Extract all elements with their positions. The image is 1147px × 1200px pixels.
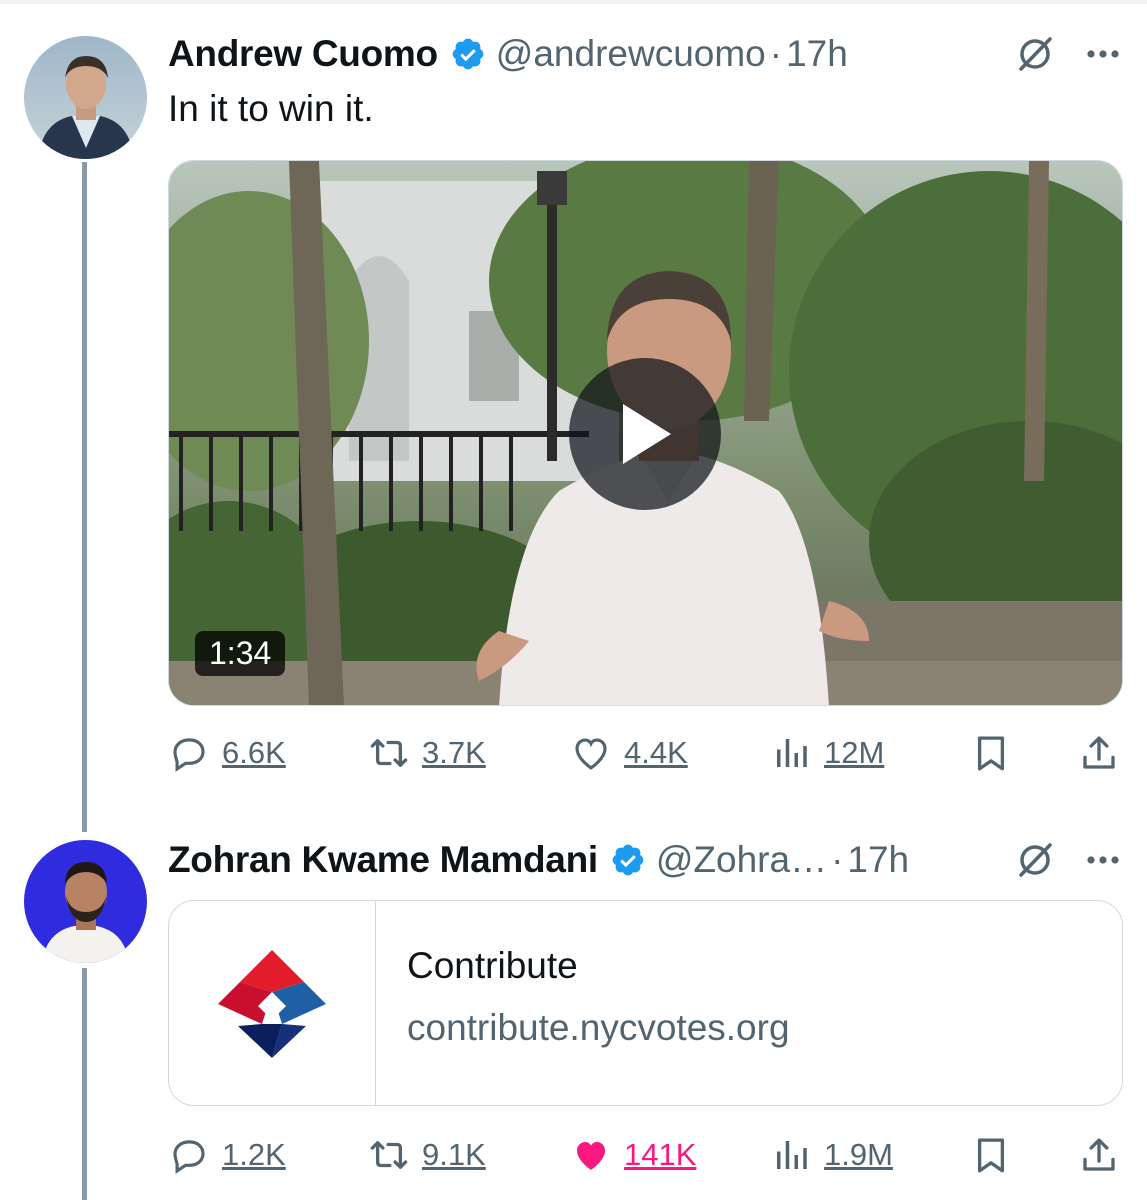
like-icon: [577, 1142, 605, 1170]
bookmark-icon: [977, 736, 1005, 771]
bookmark-button[interactable]: [970, 728, 1012, 778]
tweet-zohran-mamdani[interactable]: Zohran Kwame Mamdani @Zohra… · 17h Contr…: [0, 820, 1147, 1200]
bookmark-icon: [977, 1138, 1005, 1173]
play-button[interactable]: [569, 358, 721, 510]
grok-icon[interactable]: [1015, 34, 1055, 74]
link-card[interactable]: Contribute contribute.nycvotes.org: [168, 900, 1123, 1106]
share-icon: [1083, 736, 1115, 769]
repost-button[interactable]: 3.7K: [368, 728, 486, 778]
bookmark-button[interactable]: [970, 1130, 1012, 1180]
reply-count: 6.6K: [222, 735, 286, 770]
thread-line: [82, 968, 87, 1200]
repost-icon: [370, 739, 408, 767]
like-count: 141K: [624, 1137, 697, 1172]
more-icon[interactable]: [1083, 34, 1123, 74]
avatar[interactable]: [24, 36, 147, 159]
tweet-header: Zohran Kwame Mamdani @Zohra… · 17h: [168, 836, 1123, 884]
views-count: 12M: [824, 735, 885, 770]
avatar[interactable]: [24, 840, 147, 963]
author-handle[interactable]: @andrewcuomo: [496, 33, 766, 75]
play-icon: [623, 404, 671, 464]
repost-count: 3.7K: [422, 735, 486, 770]
card-thumbnail: [169, 901, 376, 1105]
like-count: 4.4K: [624, 735, 688, 770]
share-button[interactable]: [1078, 1130, 1120, 1180]
views-icon: [777, 1141, 807, 1169]
tweet-andrew-cuomo[interactable]: Andrew Cuomo @andrewcuomo · 17h In it to…: [0, 0, 1147, 832]
verified-badge-icon: [452, 38, 484, 70]
video-player[interactable]: 1:34: [168, 160, 1123, 706]
like-button[interactable]: 4.4K: [570, 728, 688, 778]
verified-badge-icon: [612, 844, 644, 876]
separator-dot: ·: [831, 839, 844, 880]
tweet-text: In it to win it.: [168, 88, 374, 129]
share-icon: [1083, 1138, 1115, 1171]
views-count: 1.9M: [824, 1137, 893, 1172]
video-duration: 1:34: [195, 631, 286, 676]
views-icon: [777, 739, 807, 767]
card-url: contribute.nycvotes.org: [407, 1007, 790, 1048]
author-handle[interactable]: @Zohra…: [656, 839, 827, 881]
tweet-actions: 6.6K 3.7K 4.4K 12M: [168, 728, 1120, 778]
timestamp[interactable]: 17h: [786, 33, 848, 75]
reply-button[interactable]: 1.2K: [168, 1130, 286, 1180]
timestamp[interactable]: 17h: [847, 839, 909, 881]
author-name[interactable]: Zohran Kwame Mamdani: [168, 839, 598, 881]
repost-icon: [370, 1141, 408, 1169]
tweet-header: Andrew Cuomo @andrewcuomo · 17h: [168, 30, 1123, 78]
nycvotes-logo: [218, 950, 326, 1058]
separator-dot: ·: [769, 33, 783, 74]
like-button[interactable]: 141K: [570, 1130, 696, 1180]
views-button[interactable]: 1.9M: [770, 1130, 893, 1180]
views-button[interactable]: 12M: [770, 728, 884, 778]
more-icon[interactable]: [1083, 840, 1123, 880]
thread-line: [82, 162, 87, 832]
card-title: Contribute: [407, 945, 578, 986]
repost-button[interactable]: 9.1K: [368, 1130, 486, 1180]
tweet-actions: 1.2K 9.1K 141K 1.9M: [168, 1130, 1120, 1180]
reply-icon: [173, 1140, 205, 1174]
grok-icon[interactable]: [1015, 840, 1055, 880]
repost-count: 9.1K: [422, 1137, 486, 1172]
share-button[interactable]: [1078, 728, 1120, 778]
author-name[interactable]: Andrew Cuomo: [168, 33, 438, 75]
reply-count: 1.2K: [222, 1137, 286, 1172]
like-icon: [575, 738, 607, 770]
reply-button[interactable]: 6.6K: [168, 728, 286, 778]
reply-icon: [173, 738, 205, 772]
